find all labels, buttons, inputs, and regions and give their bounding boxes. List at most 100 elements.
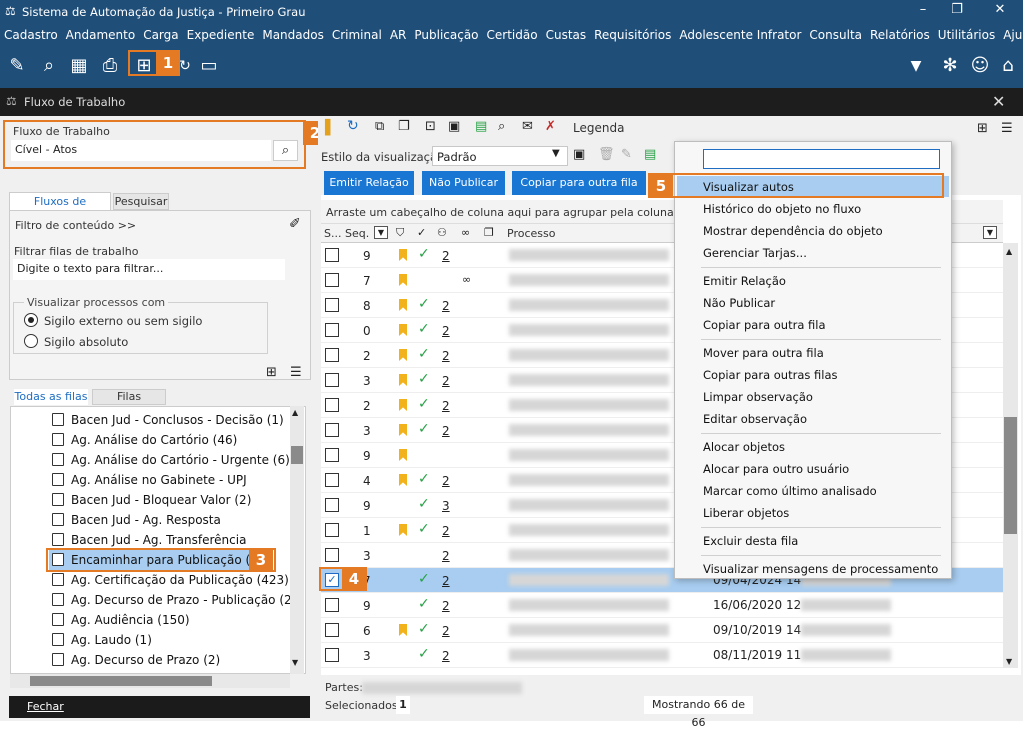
row-count-link[interactable]: 2: [442, 299, 450, 313]
context-item[interactable]: Gerenciar Tarjas...: [703, 246, 807, 260]
edit-icon[interactable]: ✎: [4, 53, 30, 79]
fechar-button[interactable]: Fechar: [9, 696, 310, 718]
context-item[interactable]: Não Publicar: [703, 296, 775, 310]
print-icon[interactable]: ⎙: [97, 53, 123, 79]
context-item[interactable]: Editar observação: [703, 412, 807, 426]
subwindow-close-button[interactable]: ✕: [992, 92, 1005, 111]
menu-item-10[interactable]: Requisitórios: [594, 28, 671, 42]
row-count-link[interactable]: 2: [442, 399, 450, 413]
row-count-link[interactable]: 2: [442, 374, 450, 388]
radio-sigilo-absoluto[interactable]: [24, 334, 38, 348]
emitir-relacao-button[interactable]: Emitir Relação: [324, 171, 414, 195]
row-checkbox[interactable]: [325, 448, 339, 462]
menu-item-13[interactable]: Relatórios: [870, 28, 930, 42]
tree-view-icon[interactable]: ⊞: [266, 365, 277, 380]
calendar-icon[interactable]: ▦: [66, 53, 92, 79]
col-s-header[interactable]: S...: [324, 227, 341, 240]
context-item[interactable]: Mover para outra fila: [703, 346, 824, 360]
row-checkbox[interactable]: [325, 548, 339, 562]
context-search-input[interactable]: [703, 149, 940, 169]
bookmark-tool-icon[interactable]: ▌: [325, 120, 336, 136]
nao-publicar-button[interactable]: Não Publicar: [422, 171, 505, 195]
col-seq-header[interactable]: Seq.: [345, 227, 369, 240]
copy-icon[interactable]: ❐: [398, 119, 410, 134]
context-item[interactable]: Limpar observação: [703, 390, 813, 404]
chevron-down-icon[interactable]: ▼: [552, 148, 560, 159]
queue-item[interactable]: Ag. Certificação da Publicação (423): [52, 570, 289, 590]
brush-icon[interactable]: ✐: [289, 216, 301, 232]
estilo-select[interactable]: Padrão: [432, 146, 568, 166]
context-item[interactable]: Copiar para outras filas: [703, 368, 838, 382]
tree-vscroll-thumb[interactable]: [291, 446, 303, 464]
grid-scroll-up-icon[interactable]: ▲: [1006, 247, 1012, 256]
tab-filas-favoritas[interactable]: Filas favoritas: [92, 389, 166, 417]
row-checkbox[interactable]: [325, 298, 339, 312]
filtro-conteudo-link[interactable]: Filtro de conteúdo >>: [15, 219, 136, 232]
queue-item[interactable]: Bacen Jud - Bloquear Valor (2): [52, 490, 251, 510]
scroll-down-icon[interactable]: ▼: [292, 658, 298, 667]
menu-item-15[interactable]: Ajuda: [1003, 28, 1023, 42]
restore-button[interactable]: ❐: [942, 2, 972, 17]
menu-item-5[interactable]: Criminal: [332, 28, 382, 42]
comment-icon[interactable]: ✉: [522, 119, 533, 134]
panel-tree-icon[interactable]: ⊞: [977, 121, 988, 136]
context-item[interactable]: Emitir Relação: [703, 274, 786, 288]
queue-item[interactable]: Ag. Análise no Gabinete - UPJ: [52, 470, 247, 490]
save-style-icon[interactable]: ▣: [573, 147, 585, 162]
context-item[interactable]: Alocar para outro usuário: [703, 462, 849, 476]
menu-item-1[interactable]: Andamento: [66, 28, 136, 42]
radio-sigilo-externo[interactable]: [24, 313, 38, 327]
copiar-outra-fila-button[interactable]: Copiar para outra fila: [512, 171, 646, 195]
minimize-button[interactable]: –: [908, 2, 938, 17]
row-count-link[interactable]: 2: [442, 574, 450, 588]
menu-item-3[interactable]: Expediente: [187, 28, 255, 42]
move-icon[interactable]: ⧉: [375, 119, 384, 134]
context-item[interactable]: Histórico do objeto no fluxo: [703, 202, 861, 216]
row-checkbox[interactable]: [325, 523, 339, 537]
panel-list-icon[interactable]: ☰: [1001, 121, 1013, 136]
row-checkbox[interactable]: [325, 273, 339, 287]
row-checkbox[interactable]: [325, 423, 339, 437]
row-checkbox[interactable]: [325, 598, 339, 612]
row-count-link[interactable]: 2: [442, 324, 450, 338]
search-icon[interactable]: ⌕: [273, 140, 298, 161]
row-count-link[interactable]: 2: [442, 474, 450, 488]
row-count-link[interactable]: 2: [442, 549, 450, 563]
export-icon[interactable]: ▤: [644, 147, 656, 162]
legenda-label[interactable]: Legenda: [573, 121, 624, 135]
queue-item[interactable]: Bacen Jud - Ag. Resposta: [52, 510, 221, 530]
queue-item[interactable]: Ag. Decurso de Prazo (2): [52, 650, 220, 670]
menu-item-6[interactable]: AR: [390, 28, 407, 42]
scroll-up-icon[interactable]: ▲: [292, 408, 298, 417]
row-count-link[interactable]: 2: [442, 249, 450, 263]
row-count-link[interactable]: 3: [442, 499, 450, 513]
document-icon[interactable]: ▤: [475, 119, 487, 134]
seq-filter-icon[interactable]: ▼: [374, 226, 388, 239]
clear-comment-icon[interactable]: ✗: [545, 119, 556, 134]
row-checkbox[interactable]: [325, 473, 339, 487]
queue-item[interactable]: Ag. Análise do Cartório (46): [52, 430, 237, 450]
table-row[interactable]: 6 ✓ 2 09/10/2019 14: [321, 618, 1003, 643]
menu-item-8[interactable]: Certidão: [487, 28, 538, 42]
row-checkbox[interactable]: [325, 398, 339, 412]
lock-icon[interactable]: ⊡: [425, 119, 436, 134]
users-icon[interactable]: ☺: [967, 53, 993, 79]
queue-item[interactable]: Ag. Decurso de Prazo - Publicação (26): [52, 590, 304, 610]
context-item[interactable]: Mostrar dependência do objeto: [703, 224, 883, 238]
tab-pesquisar[interactable]: Pesquisar: [113, 193, 169, 210]
dropdown-icon[interactable]: ▼: [903, 53, 929, 79]
tree-hscroll-thumb[interactable]: [30, 676, 212, 686]
context-item[interactable]: Alocar objetos: [703, 440, 785, 454]
context-item[interactable]: Excluir desta fila: [703, 534, 798, 548]
row-count-link[interactable]: 2: [442, 349, 450, 363]
row-count-link[interactable]: 2: [442, 649, 450, 663]
home-icon[interactable]: ⌂: [995, 53, 1021, 79]
folder-icon[interactable]: ▭: [196, 53, 222, 79]
menu-item-14[interactable]: Utilitários: [938, 28, 995, 42]
row-checkbox[interactable]: [325, 648, 339, 662]
row-checkbox[interactable]: [325, 498, 339, 512]
queue-item[interactable]: Ag. Audiência (150): [52, 610, 190, 630]
save-icon[interactable]: ▣: [448, 119, 460, 134]
table-row[interactable]: 9 ✓ 2 16/06/2020 12: [321, 593, 1003, 618]
row-checkbox[interactable]: [325, 348, 339, 362]
